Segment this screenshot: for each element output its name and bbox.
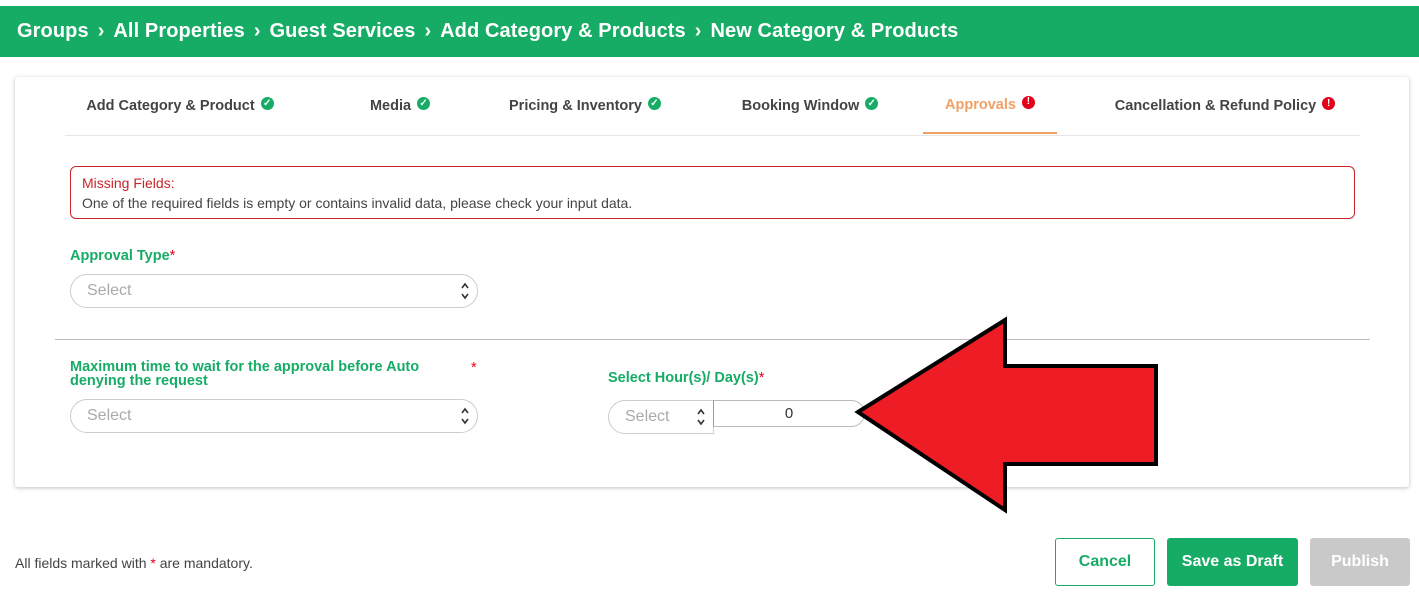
- approval-type-select[interactable]: Select: [70, 274, 478, 308]
- up-down-chevron-icon: [461, 282, 469, 300]
- tab-label: Approvals: [945, 96, 1016, 113]
- form-card: Add Category & Product ✓ Media ✓ Pricing…: [15, 77, 1409, 487]
- cancel-button[interactable]: Cancel: [1055, 538, 1155, 586]
- label-text-line2: denying the request: [70, 373, 208, 389]
- tab-add-category-product[interactable]: Add Category & Product ✓: [65, 77, 295, 135]
- check-circle-icon: ✓: [417, 97, 431, 110]
- missing-fields-alert: Missing Fields: One of the required fiel…: [70, 166, 1355, 219]
- max-wait-select[interactable]: Select: [70, 399, 478, 433]
- breadcrumb-item-add-category[interactable]: Add Category & Products: [440, 20, 686, 43]
- required-mark: *: [758, 370, 765, 386]
- up-down-chevron-icon: [697, 408, 705, 426]
- note-text: are mandatory.: [159, 555, 253, 571]
- breadcrumb-item-new-category: New Category & Products: [710, 20, 959, 42]
- label-text: Approval Type: [70, 248, 170, 264]
- tab-approvals[interactable]: Approvals !: [923, 77, 1057, 134]
- required-mark: *: [471, 360, 477, 376]
- chevron-right-icon: ›: [694, 20, 702, 42]
- tab-label: Media: [369, 98, 412, 114]
- tab-pricing-inventory[interactable]: Pricing & Inventory ✓: [485, 77, 685, 135]
- select-placeholder: Select: [87, 407, 132, 424]
- breadcrumb-item-guest-services[interactable]: Guest Services: [270, 20, 416, 43]
- hours-days-unit-select[interactable]: Select: [608, 400, 714, 434]
- tab-booking-window[interactable]: Booking Window ✓: [715, 77, 905, 135]
- check-circle-icon: ✓: [647, 97, 661, 110]
- label-text: Select Hour(s)/ Day(s): [608, 370, 759, 386]
- save-draft-button[interactable]: Save as Draft: [1167, 538, 1298, 586]
- tab-label: Cancellation & Refund Policy: [1114, 98, 1317, 114]
- chevron-right-icon: ›: [97, 20, 105, 42]
- check-circle-icon: ✓: [865, 97, 879, 110]
- required-mark: *: [150, 555, 156, 571]
- required-mark: *: [169, 248, 176, 264]
- select-placeholder: Select: [87, 282, 132, 299]
- check-circle-icon: ✓: [260, 97, 274, 110]
- note-text: All fields marked with: [15, 555, 147, 571]
- hours-days-value-input[interactable]: 0: [713, 400, 865, 427]
- select-placeholder: Select: [625, 408, 670, 425]
- step-tabs: Add Category & Product ✓ Media ✓ Pricing…: [65, 77, 1360, 136]
- mandatory-note: All fields marked with * are mandatory.: [15, 555, 253, 571]
- hours-days-label: Select Hour(s)/ Day(s)*: [608, 370, 764, 386]
- breadcrumb-item-groups[interactable]: Groups: [17, 20, 89, 43]
- breadcrumb-bar: Groups › All Properties › Guest Services…: [0, 6, 1419, 57]
- tab-label: Pricing & Inventory: [509, 98, 642, 114]
- tab-media[interactable]: Media ✓: [335, 77, 465, 135]
- approval-type-label: Approval Type*: [70, 248, 175, 264]
- alert-title: Missing Fields:: [82, 175, 175, 191]
- up-down-chevron-icon: [461, 407, 469, 425]
- max-wait-label: Maximum time to wait for the approval be…: [70, 359, 440, 389]
- tab-cancellation-refund[interactable]: Cancellation & Refund Policy !: [1105, 77, 1345, 135]
- breadcrumb-item-all-properties[interactable]: All Properties: [113, 20, 244, 43]
- chevron-right-icon: ›: [424, 20, 432, 42]
- tab-label: Booking Window: [741, 98, 860, 114]
- publish-button[interactable]: Publish: [1310, 538, 1410, 586]
- section-divider: [55, 339, 1370, 340]
- chevron-right-icon: ›: [253, 20, 261, 42]
- error-circle-icon: !: [1322, 97, 1336, 110]
- error-circle-icon: !: [1021, 95, 1035, 109]
- tab-label: Add Category & Product: [86, 98, 255, 114]
- alert-message: One of the required fields is empty or c…: [82, 195, 633, 211]
- label-text-line1: Maximum time to wait for the approval be…: [70, 359, 420, 375]
